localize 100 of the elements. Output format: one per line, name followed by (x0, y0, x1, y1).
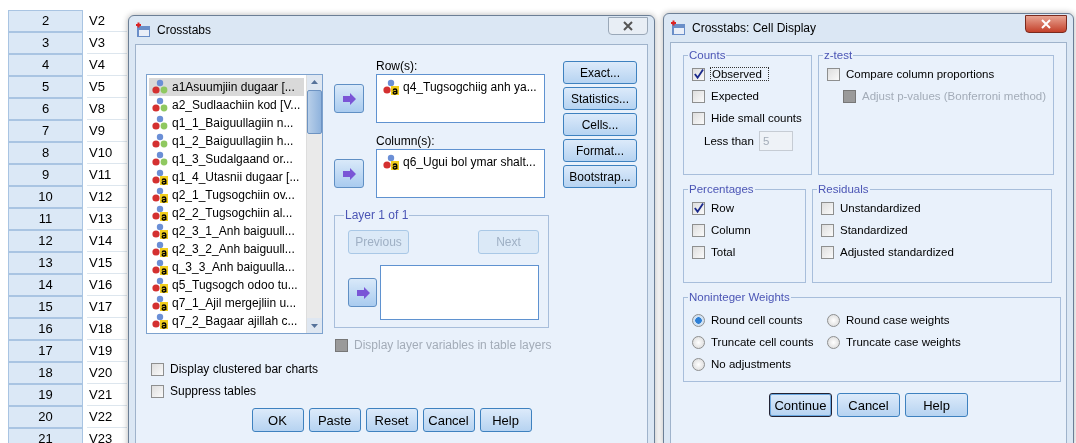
row-number: 13 (8, 252, 83, 274)
variable-item[interactable]: q4_Tugsogchiig anh ya... (383, 78, 541, 96)
scroll-up-icon[interactable] (307, 75, 322, 90)
variable-item[interactable]: q2_2_Tugsogchiin al... (149, 204, 304, 222)
table-cell: V21 (87, 384, 127, 406)
row-number: 7 (8, 120, 83, 142)
radio-button[interactable] (692, 313, 705, 327)
arrow-icon (354, 285, 371, 300)
variable-item[interactable]: q7_1_Ajil mergejliin u... (149, 294, 304, 312)
checkbox[interactable] (151, 362, 164, 376)
row-number: 14 (8, 274, 83, 296)
checkbox[interactable] (692, 67, 705, 81)
variable-item[interactable]: q2_3_2_Anh baiguull... (149, 240, 304, 258)
radio-button[interactable] (827, 313, 840, 327)
checkbox[interactable] (692, 223, 705, 237)
group-title: Counts (688, 49, 727, 61)
move-button[interactable] (348, 278, 378, 307)
move-button[interactable] (334, 159, 364, 188)
checkbox[interactable] (692, 89, 705, 103)
dialog-button[interactable]: Help (905, 393, 968, 417)
table-cell: V3 (87, 32, 127, 54)
close-icon (1040, 19, 1052, 29)
scroll-down-icon[interactable] (307, 318, 322, 333)
field-label: Less than (704, 135, 754, 147)
checkbox[interactable] (692, 111, 705, 125)
variable-icon (152, 115, 168, 131)
group-title: Noninteger Weights (688, 291, 791, 303)
dialog-button[interactable]: Paste (308, 408, 361, 432)
dialog-button[interactable]: Continue (769, 393, 832, 417)
group-title: Percentages (688, 183, 755, 195)
move-button[interactable] (334, 84, 364, 113)
row-number: 19 (8, 384, 83, 406)
dialog-button[interactable]: Cells... (563, 113, 637, 136)
variable-item[interactable]: a1Asuumjiin dugaar [... (149, 78, 304, 96)
checkbox-label: Adjusted standardized (840, 246, 954, 258)
arrow-icon (341, 91, 357, 106)
checkbox-label: Display clustered bar charts (170, 362, 319, 376)
dialog-button[interactable]: Exact... (563, 61, 637, 84)
columns-box[interactable]: q6_Ugui bol ymar shalt... (376, 149, 545, 198)
variable-item[interactable]: q1_4_Utasnii dugaar [... (149, 168, 304, 186)
variable-item[interactable]: q7_2_Bagaar ajillah c... (149, 312, 304, 330)
checkbox-label: Column (711, 224, 751, 236)
table-cell: V9 (87, 120, 127, 142)
checkbox-label: Total (711, 246, 736, 258)
checkbox[interactable] (821, 245, 834, 259)
variable-item[interactable]: q2_3_1_Anh baiguull... (149, 222, 304, 240)
dialog-button[interactable]: Cancel (422, 408, 475, 432)
scrollbar[interactable] (306, 75, 322, 333)
table-cell: V17 (87, 296, 127, 318)
row-number: 4 (8, 54, 83, 76)
variable-item[interactable]: q2_1_Tugsogchiin ov... (149, 186, 304, 204)
variable-item[interactable]: q1_1_Baiguullagiin n... (149, 114, 304, 132)
radio-label: Round case weights (846, 314, 950, 326)
table-cell: V4 (87, 54, 127, 76)
checkbox[interactable] (692, 245, 705, 259)
dialog-button[interactable]: Reset (365, 408, 418, 432)
table-cell: V8 (87, 98, 127, 120)
scrollbar-thumb[interactable] (307, 90, 322, 134)
variable-icon (152, 205, 168, 221)
variable-icon (152, 133, 168, 149)
table-icon (135, 22, 151, 38)
variable-item[interactable]: q5_Tugsogch odoo tu... (149, 276, 304, 294)
group-title: Residuals (817, 183, 870, 195)
variable-item[interactable]: q_3_3_Anh baiguulla... (149, 258, 304, 276)
variable-item[interactable]: a2_Sudlaachiin kod [V... (149, 96, 304, 114)
row-number: 3 (8, 32, 83, 54)
row-number: 8 (8, 142, 83, 164)
checkbox[interactable] (821, 201, 834, 215)
checkbox-label: Unstandardized (840, 202, 921, 214)
table-cell: V22 (87, 406, 127, 428)
checkbox-label: Observed (711, 68, 768, 80)
radio-label: Truncate case weights (846, 336, 961, 348)
variable-item[interactable]: q6_Ugui bol ymar shalt... (383, 153, 541, 171)
layer-box[interactable] (380, 265, 539, 320)
close-button[interactable] (1025, 15, 1067, 33)
checkbox[interactable] (151, 384, 164, 398)
rows-box[interactable]: q4_Tugsogchiig anh ya... (376, 74, 545, 123)
checkbox-label: Row (711, 202, 734, 214)
variable-item[interactable]: q1_2_Baiguullagiin h... (149, 132, 304, 150)
variable-icon (383, 154, 399, 170)
table-cell: V18 (87, 318, 127, 340)
dialog-button[interactable]: Format... (563, 139, 637, 162)
dialog-button[interactable]: OK (251, 408, 304, 432)
dialog-button[interactable]: Statistics... (563, 87, 637, 110)
dialog-button[interactable]: Bootstrap... (563, 165, 637, 188)
checkbox[interactable] (821, 223, 834, 237)
checkbox[interactable] (692, 201, 705, 215)
row-number: 18 (8, 362, 83, 384)
variable-icon (152, 169, 168, 185)
dialog-button[interactable]: Help (479, 408, 532, 432)
checkbox[interactable] (826, 67, 840, 81)
radio-label: Round cell counts (711, 314, 803, 326)
dialog-button[interactable]: Cancel (837, 393, 900, 417)
variable-icon (152, 295, 168, 311)
variable-item[interactable]: q1_3_Sudalgaand or... (149, 150, 304, 168)
close-button[interactable] (608, 17, 648, 35)
radio-button[interactable] (692, 357, 705, 371)
row-number: 21 (8, 428, 83, 443)
radio-button[interactable] (827, 335, 840, 349)
radio-button[interactable] (692, 335, 705, 349)
